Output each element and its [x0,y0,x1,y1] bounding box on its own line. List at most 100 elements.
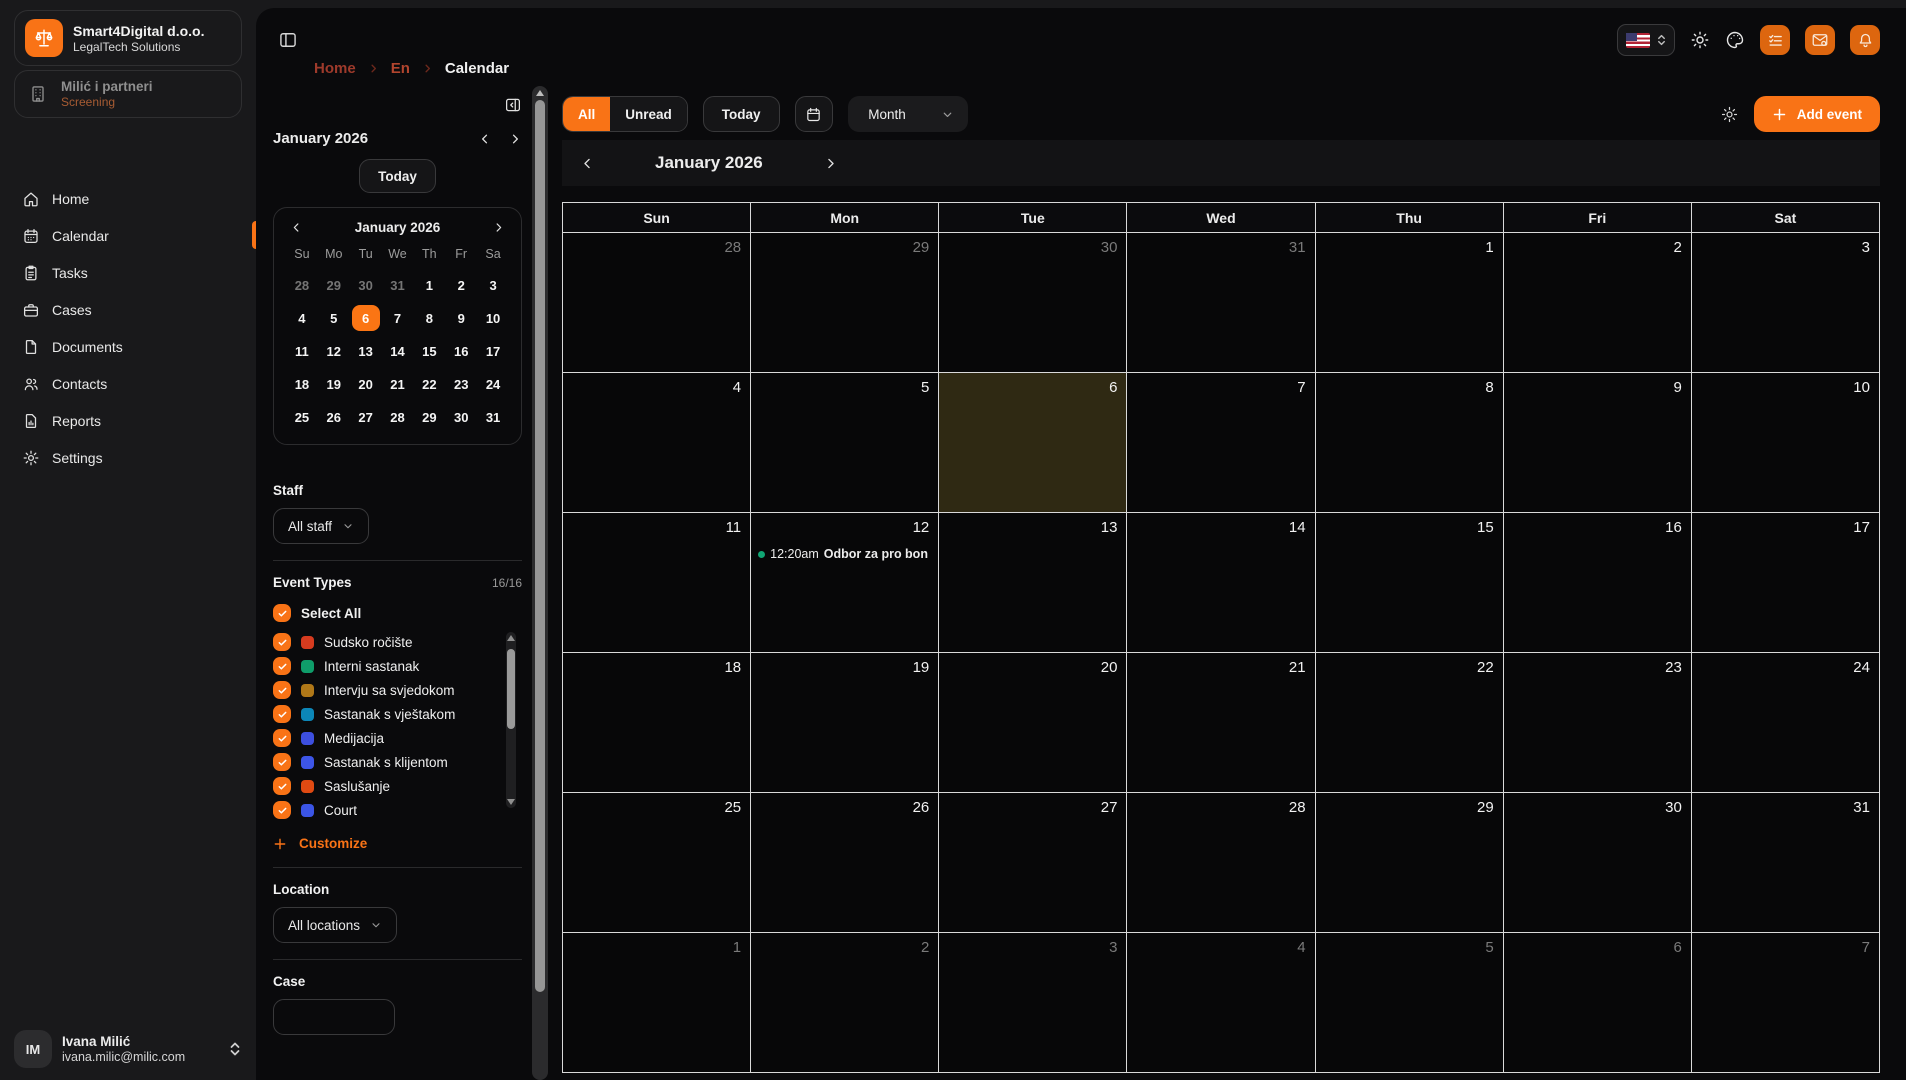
sidebar-item-contacts[interactable]: Contacts [14,365,242,402]
mini-day[interactable]: 10 [477,305,509,331]
day-cell[interactable]: 4 [1127,933,1315,1073]
mini-day[interactable]: 30 [350,272,382,298]
sidebar-item-tasks[interactable]: Tasks [14,254,242,291]
day-cell[interactable]: 28 [1127,793,1315,933]
scroll-up-icon[interactable] [536,90,544,96]
view-select[interactable]: Month [848,96,968,132]
sidebar-item-reports[interactable]: Reports [14,402,242,439]
customize-button[interactable]: Customize [273,836,367,851]
calendar-settings-icon[interactable] [1720,105,1739,124]
mini-day[interactable]: 9 [445,305,477,331]
mini-day[interactable]: 6 [350,305,382,331]
event-type-row[interactable]: Interni sastanak [273,654,496,678]
mini-day[interactable]: 17 [477,338,509,364]
mini-day[interactable]: 14 [382,338,414,364]
day-cell[interactable]: 23 [1504,653,1692,793]
notifications-button[interactable] [1850,25,1880,55]
mini-day[interactable]: 15 [413,338,445,364]
mini-day[interactable]: 31 [382,272,414,298]
mini-day[interactable]: 16 [445,338,477,364]
day-cell[interactable]: 1 [563,933,751,1073]
prev-month-icon[interactable] [478,132,492,146]
event-type-row[interactable]: Intervju sa svjedokom [273,678,496,702]
mini-day[interactable]: 18 [286,371,318,397]
event-types-scrollbar[interactable] [506,632,516,808]
today-button[interactable]: Today [703,96,780,132]
add-event-button[interactable]: Add event [1754,96,1880,132]
day-cell[interactable]: 30 [939,233,1127,373]
day-cell[interactable]: 5 [1316,933,1504,1073]
event-type-row[interactable]: Medijacija [273,726,496,750]
day-cell[interactable]: 29 [751,233,939,373]
next-month-icon[interactable] [823,156,838,171]
filter-unread-button[interactable]: Unread [610,97,687,131]
mini-day[interactable]: 26 [318,404,350,430]
event-type-row[interactable]: Sastanak s klijentom [273,750,496,774]
breadcrumb-item-en[interactable]: En [391,60,410,77]
mini-day[interactable]: 19 [318,371,350,397]
mini-day[interactable]: 7 [382,305,414,331]
mini-day[interactable]: 8 [413,305,445,331]
day-cell[interactable]: 6 [1504,933,1692,1073]
day-cell[interactable]: 16 [1504,513,1692,653]
day-cell[interactable]: 6 [939,373,1127,513]
scroll-down-icon[interactable] [507,799,515,805]
day-cell[interactable]: 13 [939,513,1127,653]
day-cell[interactable]: 10 [1692,373,1880,513]
next-month-icon[interactable] [508,132,522,146]
breadcrumb-item-home[interactable]: Home [314,60,356,77]
org-card[interactable]: Smart4Digital d.o.o. LegalTech Solutions [14,10,242,66]
date-picker-button[interactable] [795,96,833,132]
day-cell[interactable]: 29 [1316,793,1504,933]
day-cell[interactable]: 28 [563,233,751,373]
mini-day[interactable]: 1 [413,272,445,298]
sidebar-item-calendar[interactable]: Calendar [14,217,242,254]
mini-day[interactable]: 23 [445,371,477,397]
sidebar-toggle-icon[interactable] [278,30,298,50]
sidebar-item-settings[interactable]: Settings [14,439,242,476]
day-cell[interactable]: 8 [1316,373,1504,513]
user-card[interactable]: IM Ivana Milić ivana.milic@milic.com [14,1030,242,1068]
mini-day[interactable]: 29 [318,272,350,298]
mini-day[interactable]: 13 [350,338,382,364]
day-cell[interactable]: 11 [563,513,751,653]
mini-day[interactable]: 12 [318,338,350,364]
event-type-row[interactable]: Saslušanje [273,774,496,798]
mini-day[interactable]: 20 [350,371,382,397]
day-cell[interactable]: 20 [939,653,1127,793]
mini-day[interactable]: 28 [382,404,414,430]
day-cell[interactable]: 26 [751,793,939,933]
day-cell[interactable]: 30 [1504,793,1692,933]
scrollbar-thumb[interactable] [507,649,515,729]
day-cell[interactable]: 2 [751,933,939,1073]
palette-icon[interactable] [1725,30,1745,50]
panel-collapse-icon[interactable] [504,96,522,114]
scroll-up-icon[interactable] [507,635,515,641]
day-cell[interactable]: 14 [1127,513,1315,653]
mini-day[interactable]: 3 [477,272,509,298]
event-type-row[interactable]: Court [273,798,496,822]
mini-day[interactable]: 27 [350,404,382,430]
select-all-checkbox-row[interactable]: Select All [273,600,522,626]
staff-select[interactable]: All staff [273,508,369,544]
prev-month-icon[interactable] [580,156,595,171]
language-select[interactable] [1617,24,1675,56]
day-cell[interactable]: 3 [1692,233,1880,373]
scrollbar-thumb[interactable] [535,100,545,992]
day-cell[interactable]: 17 [1692,513,1880,653]
mini-day[interactable]: 5 [318,305,350,331]
day-cell[interactable]: 21 [1127,653,1315,793]
sidebar-item-documents[interactable]: Documents [14,328,242,365]
day-cell[interactable]: 24 [1692,653,1880,793]
mini-day[interactable]: 4 [286,305,318,331]
theme-toggle-sun-icon[interactable] [1690,30,1710,50]
day-cell[interactable]: 15 [1316,513,1504,653]
day-cell[interactable]: 25 [563,793,751,933]
mini-day[interactable]: 25 [286,404,318,430]
workspace-card[interactable]: Milić i partneri Screening [14,70,242,118]
mini-day[interactable]: 31 [477,404,509,430]
sidebar-item-cases[interactable]: Cases [14,291,242,328]
mini-day[interactable]: 29 [413,404,445,430]
day-cell[interactable]: 9 [1504,373,1692,513]
filter-all-button[interactable]: All [563,97,610,131]
